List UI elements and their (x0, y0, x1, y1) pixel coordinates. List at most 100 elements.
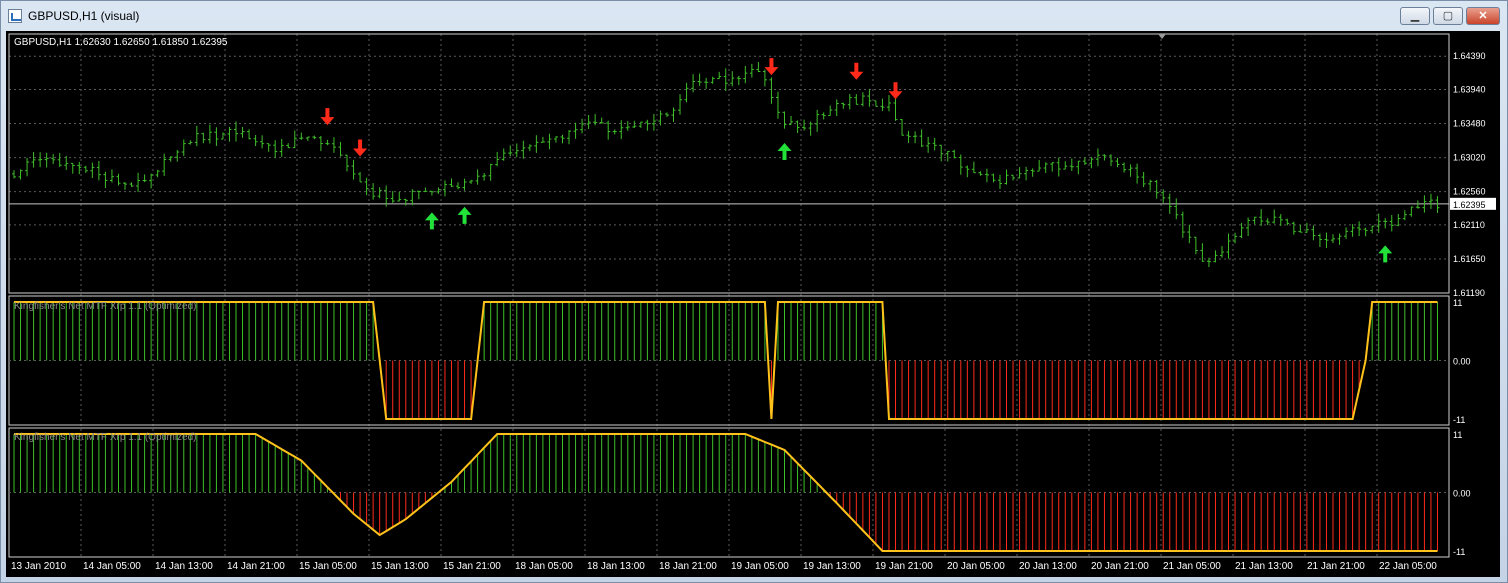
price-bar (1435, 196, 1440, 213)
price-label: 1.62110 (1453, 220, 1485, 230)
price-bar (580, 118, 585, 134)
price-bar (599, 117, 604, 124)
price-bar (958, 154, 963, 175)
price-bar (279, 138, 284, 157)
maximize-button[interactable]: ▢ (1433, 7, 1463, 25)
price-bar (142, 174, 147, 183)
title-bar[interactable]: GBPUSD,H1 (visual) ▁ ▢ ✕ (1, 1, 1507, 31)
price-bar (181, 139, 186, 157)
minimize-button[interactable]: ▁ (1400, 7, 1430, 25)
time-label: 15 Jan 21:00 (443, 561, 501, 572)
chart-svg[interactable]: 11 0.00 -11 11 0.00 -11 13 Jan 2010 14 Jan 05… (6, 31, 1500, 577)
time-label: 14 Jan 13:00 (155, 561, 213, 572)
price-bar (1141, 172, 1146, 188)
chart-area[interactable]: 11 0.00 -11 11 0.00 -11 13 Jan 2010 14 Jan 05… (6, 31, 1500, 577)
price-bar (1082, 157, 1087, 166)
price-bar (1076, 160, 1081, 175)
price-bar (96, 160, 101, 181)
price-bar (1383, 218, 1388, 229)
price-bar (51, 154, 56, 165)
price-bar (769, 77, 774, 104)
price-bar (939, 144, 944, 162)
price-bar (756, 62, 761, 73)
level-label: 11 (1453, 298, 1462, 308)
price-bar (1122, 162, 1127, 173)
price-bar (678, 94, 683, 115)
price-bar (220, 132, 225, 140)
price-bar (403, 198, 408, 206)
up-arrow-icon (424, 212, 439, 230)
price-bar (188, 140, 193, 145)
price-bar (1193, 236, 1198, 255)
price-bar (1370, 225, 1375, 234)
price-bar (743, 66, 748, 84)
price-bar (1363, 227, 1368, 237)
price-bar (730, 71, 735, 87)
price-bar (717, 71, 722, 79)
price-bar (1252, 216, 1257, 225)
time-label: 19 Jan 21:00 (875, 561, 933, 572)
price-bar (913, 131, 918, 144)
price-bar (358, 171, 363, 183)
price-label: 1.64390 (1453, 51, 1486, 61)
price-bar (175, 149, 180, 162)
price-bar (240, 126, 245, 138)
price-bar (867, 89, 872, 107)
price-bar (70, 162, 75, 174)
price-bar (475, 169, 480, 185)
price-bar (116, 173, 121, 186)
price-bar (651, 113, 656, 131)
price-bar (534, 135, 539, 153)
time-label: 14 Jan 21:00 (227, 561, 285, 572)
time-label: 21 Jan 13:00 (1235, 561, 1293, 572)
price-bar (1024, 166, 1029, 181)
price-bar (1330, 234, 1335, 244)
shift-marker-icon[interactable] (1158, 34, 1166, 39)
price-label: 1.63020 (1453, 153, 1486, 163)
time-label: 20 Jan 05:00 (947, 561, 1005, 572)
pane-frames (8, 33, 1450, 558)
price-label: 1.63940 (1453, 85, 1486, 95)
price-bar (1291, 221, 1296, 235)
price-bar (736, 75, 741, 86)
window-title: GBPUSD,H1 (visual) (28, 9, 140, 23)
price-bar (847, 93, 852, 110)
price-bar (1148, 179, 1153, 191)
price-bar (945, 150, 950, 162)
price-bar (586, 115, 591, 129)
price-bar (1128, 164, 1133, 177)
price-bar (926, 136, 931, 153)
price-bar (456, 182, 461, 190)
price-bar (25, 157, 30, 177)
price-bar (952, 149, 957, 159)
price-bar (325, 139, 330, 146)
price-bar (1272, 209, 1277, 224)
price-bar (397, 191, 402, 202)
price-bar (749, 63, 754, 78)
price-bar (136, 172, 141, 192)
price-bar (638, 121, 643, 128)
price-bar (1011, 174, 1016, 181)
close-button[interactable]: ✕ (1466, 7, 1500, 25)
price-bar (834, 99, 839, 116)
price-bar (442, 180, 447, 197)
price-bar (1187, 225, 1192, 244)
price-bar (31, 152, 36, 168)
price-bar (436, 187, 441, 194)
price-bar (194, 125, 199, 147)
price-bar (723, 68, 728, 91)
price-bar (775, 91, 780, 119)
price-bar (971, 161, 976, 174)
price-bar (854, 94, 859, 105)
price-bar (1200, 243, 1205, 262)
price-bar (815, 109, 820, 132)
price-bar (645, 119, 650, 131)
price-bar (1115, 157, 1120, 168)
price-bar (900, 119, 905, 136)
price-bar (1069, 158, 1074, 171)
price-bar (1017, 167, 1022, 179)
price-bar (886, 95, 891, 112)
price-bar (1415, 200, 1420, 209)
price-bar (1409, 206, 1414, 217)
price-bar (1037, 159, 1042, 172)
